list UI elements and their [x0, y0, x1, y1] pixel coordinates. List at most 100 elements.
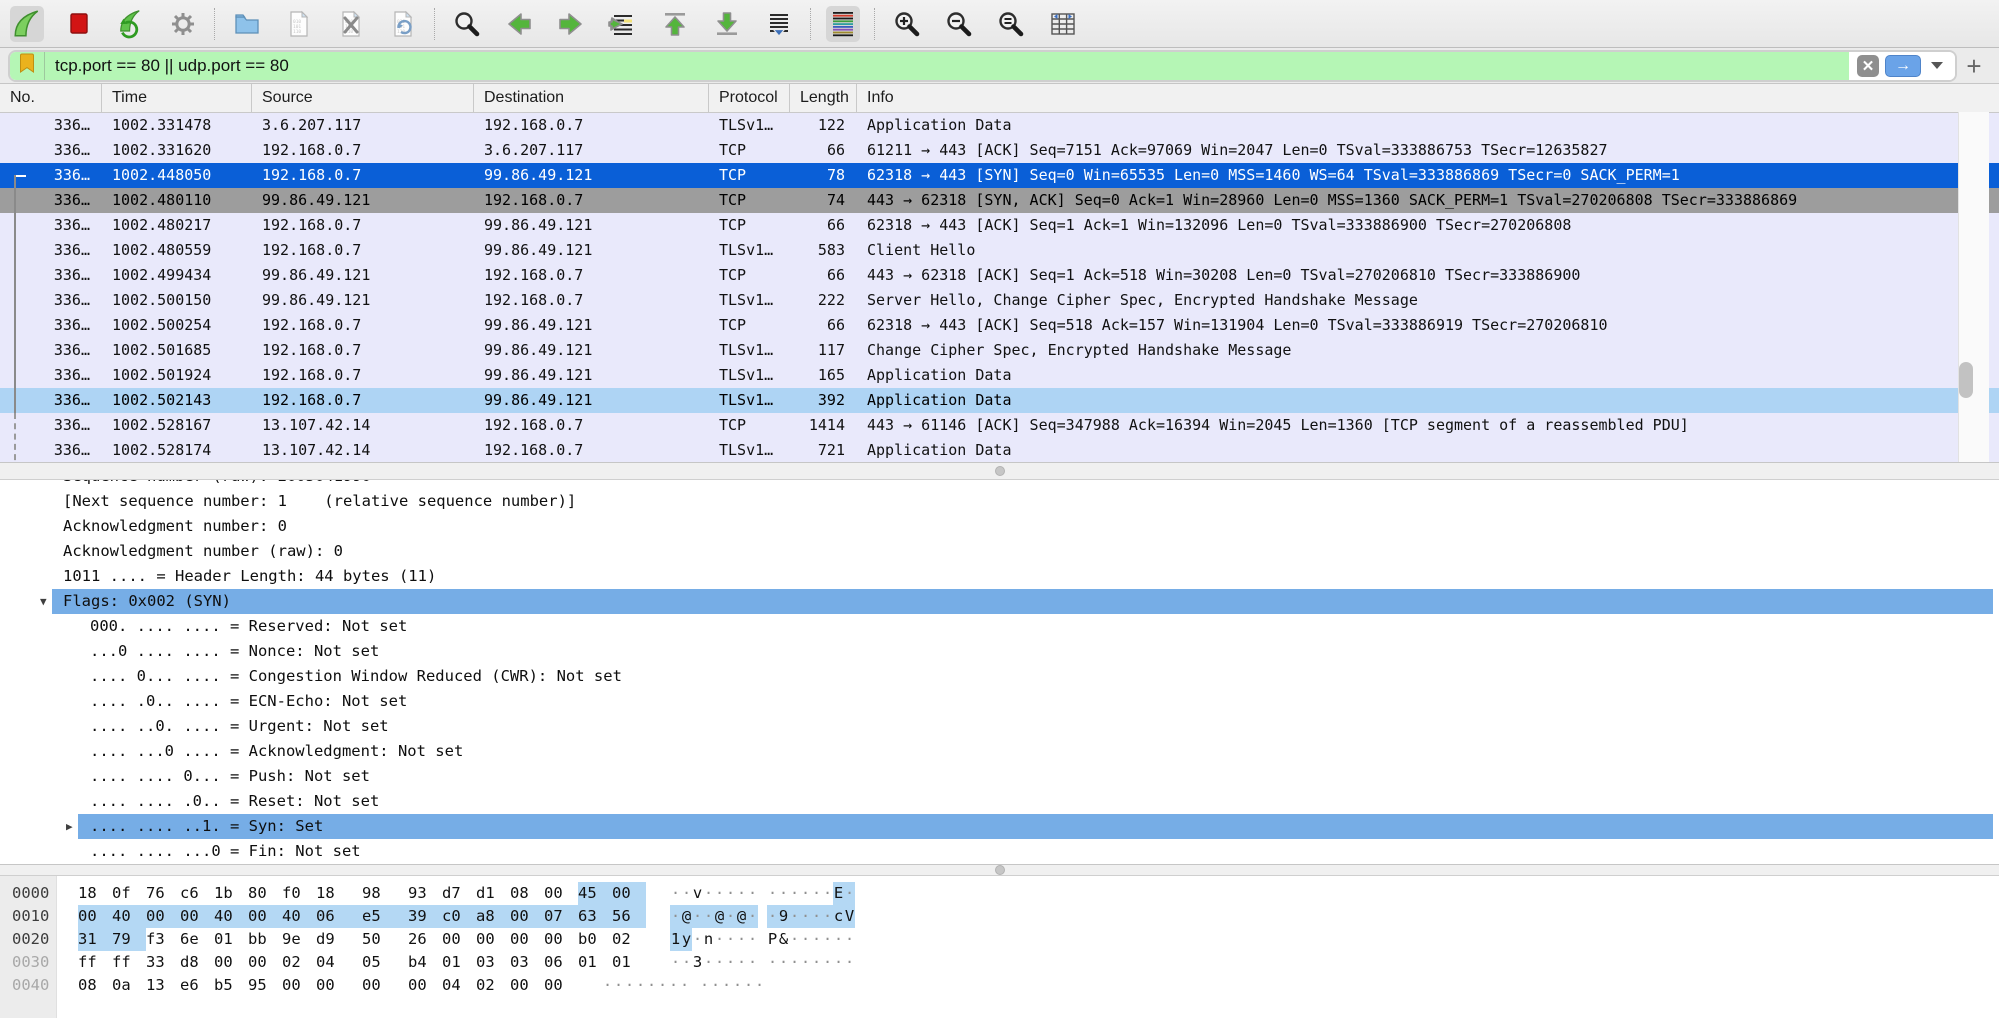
- cell-destination: 3.6.207.117: [474, 138, 709, 163]
- cell-protocol: TCP: [709, 188, 790, 213]
- hex-byte: 0f: [112, 882, 146, 905]
- go-back-button[interactable]: [502, 6, 536, 42]
- zoom-reset-button[interactable]: [994, 6, 1028, 42]
- column-header-source[interactable]: Source: [252, 84, 474, 112]
- detail-line[interactable]: ▼Flags: 0x002 (SYN): [0, 589, 1999, 614]
- cell-time: 1002.480559: [102, 238, 252, 263]
- detail-line[interactable]: .... .... .0.. = Reset: Not set: [0, 789, 1999, 814]
- hex-byte: 26: [408, 928, 442, 951]
- packet-row[interactable]: 336…1002.501685192.168.0.799.86.49.121TL…: [0, 338, 1999, 363]
- stop-capture-button[interactable]: [62, 6, 96, 42]
- packet-list-scrollbar-thumb[interactable]: [1959, 362, 1973, 398]
- detail-line[interactable]: .... .... ...0 = Fin: Not set: [0, 839, 1999, 864]
- hex-byte: 0a: [112, 974, 146, 997]
- go-to-packet-button[interactable]: [606, 6, 640, 42]
- ascii-char: n: [703, 928, 714, 951]
- auto-scroll-button[interactable]: [762, 6, 796, 42]
- detail-line[interactable]: .... ..0. .... = Urgent: Not set: [0, 714, 1999, 739]
- zoom-out-button[interactable]: [942, 6, 976, 42]
- go-forward-button[interactable]: [554, 6, 588, 42]
- go-to-first-button[interactable]: [658, 6, 692, 42]
- hex-byte: 04: [316, 951, 350, 974]
- packet-row[interactable]: 336…1002.448050192.168.0.799.86.49.121TC…: [0, 163, 1999, 188]
- hex-byte: 00: [146, 905, 180, 928]
- reload-file-button[interactable]: 010101110: [386, 6, 420, 42]
- detail-line[interactable]: Acknowledgment number (raw): 0: [0, 539, 1999, 564]
- cell-protocol: TLSv1…: [709, 438, 790, 463]
- find-packet-button[interactable]: [450, 6, 484, 42]
- hex-row[interactable]: 0040080a13e6b5950000000004020000········…: [0, 974, 1999, 997]
- resize-columns-button[interactable]: [1046, 6, 1080, 42]
- packet-row[interactable]: 336…1002.331620192.168.0.73.6.207.117TCP…: [0, 138, 1999, 163]
- packet-row[interactable]: 336…1002.500254192.168.0.799.86.49.121TC…: [0, 313, 1999, 338]
- column-header-info[interactable]: Info: [857, 84, 1999, 112]
- hex-bytes: 080a13e6b5950000000004020000: [78, 974, 578, 997]
- close-file-button[interactable]: 010101110: [334, 6, 368, 42]
- filter-add-button[interactable]: +: [1957, 53, 1991, 79]
- filter-bookmark-button[interactable]: [10, 52, 45, 80]
- packet-row[interactable]: 336…1002.480559192.168.0.799.86.49.121TL…: [0, 238, 1999, 263]
- go-to-last-button[interactable]: [710, 6, 744, 42]
- packet-row[interactable]: 336…1002.480217192.168.0.799.86.49.121TC…: [0, 213, 1999, 238]
- hex-byte: 00: [214, 951, 248, 974]
- display-filter-field[interactable]: tcp.port == 80 || udp.port == 80 ✕ →: [8, 50, 1957, 82]
- detail-line[interactable]: Sequence number (raw): 2005041990: [0, 480, 1999, 489]
- filter-clear-button[interactable]: ✕: [1857, 55, 1879, 77]
- cell-time: 1002.448050: [102, 163, 252, 188]
- hex-row[interactable]: 0000180f76c61b80f0189893d7d108004500··v·…: [0, 882, 1999, 905]
- hex-offset: 0020: [0, 928, 56, 951]
- detail-line[interactable]: [Next sequence number: 1 (relative seque…: [0, 489, 1999, 514]
- detail-line[interactable]: 1011 .... = Header Length: 44 bytes (11): [0, 564, 1999, 589]
- detail-line[interactable]: 000. .... .... = Reserved: Not set: [0, 614, 1999, 639]
- hex-offset: 0030: [0, 951, 56, 974]
- ascii-char: ·: [714, 928, 725, 951]
- capture-options-button[interactable]: [166, 6, 200, 42]
- restart-capture-button[interactable]: [114, 6, 148, 42]
- detail-line[interactable]: .... 0... .... = Congestion Window Reduc…: [0, 664, 1999, 689]
- packet-row[interactable]: 336…1002.52816713.107.42.14192.168.0.7TC…: [0, 413, 1999, 438]
- packet-row[interactable]: 336…1002.501924192.168.0.799.86.49.121TL…: [0, 363, 1999, 388]
- zoom-in-button[interactable]: [890, 6, 924, 42]
- filter-dropdown-chevron-icon[interactable]: [1931, 62, 1943, 69]
- detail-line[interactable]: .... .... 0... = Push: Not set: [0, 764, 1999, 789]
- detail-line[interactable]: .... ...0 .... = Acknowledgment: Not set: [0, 739, 1999, 764]
- column-header-length[interactable]: Length: [790, 84, 857, 112]
- hex-byte: 01: [442, 951, 476, 974]
- column-header-destination[interactable]: Destination: [474, 84, 709, 112]
- cell-destination: 99.86.49.121: [474, 338, 709, 363]
- hex-row[interactable]: 00203179f36e01bb9ed9502600000000b0021y·n…: [0, 928, 1999, 951]
- column-header-protocol[interactable]: Protocol: [709, 84, 790, 112]
- save-file-button[interactable]: 010101110: [282, 6, 316, 42]
- ascii-char: ·: [747, 905, 758, 928]
- cell-destination: 99.86.49.121: [474, 238, 709, 263]
- packet-list-scrollbar-track[interactable]: [1958, 112, 1989, 462]
- open-file-button[interactable]: [230, 6, 264, 42]
- detail-line[interactable]: Acknowledgment number: 0: [0, 514, 1999, 539]
- details-bytes-splitter[interactable]: [0, 864, 1999, 876]
- packet-row[interactable]: 336…1002.3314783.6.207.117192.168.0.7TLS…: [0, 113, 1999, 138]
- packet-row[interactable]: 336…1002.52817413.107.42.14192.168.0.7TL…: [0, 438, 1999, 463]
- packet-row[interactable]: 336…1002.48011099.86.49.121192.168.0.7TC…: [0, 188, 1999, 213]
- filter-input[interactable]: tcp.port == 80 || udp.port == 80: [45, 52, 1849, 80]
- detail-line[interactable]: .... .0.. .... = ECN-Echo: Not set: [0, 689, 1999, 714]
- packet-details-pane[interactable]: Sequence number (raw): 2005041990[Next s…: [0, 480, 1999, 864]
- list-details-splitter[interactable]: [0, 462, 1999, 480]
- hex-row[interactable]: 00100040000040004006e539c0a800076356·@··…: [0, 905, 1999, 928]
- ascii-char: ·: [670, 905, 681, 928]
- ascii-char: ·: [789, 951, 800, 974]
- packet-bytes-pane[interactable]: 0000180f76c61b80f0189893d7d108004500··v·…: [0, 876, 1999, 1018]
- hex-row[interactable]: 0030ffff33d80000020405b4010303060101··3·…: [0, 951, 1999, 974]
- colorize-button[interactable]: [826, 6, 860, 42]
- ascii-char: ·: [844, 882, 855, 905]
- start-capture-button[interactable]: [10, 6, 44, 42]
- column-header-time[interactable]: Time: [102, 84, 252, 112]
- column-header-no[interactable]: No.: [0, 84, 102, 112]
- cell-time: 1002.499434: [102, 263, 252, 288]
- filter-apply-button[interactable]: →: [1885, 55, 1921, 77]
- packet-row[interactable]: 336…1002.49943499.86.49.121192.168.0.7TC…: [0, 263, 1999, 288]
- packet-row[interactable]: 336…1002.50015099.86.49.121192.168.0.7TL…: [0, 288, 1999, 313]
- detail-line[interactable]: ▶.... .... ..1. = Syn: Set: [0, 814, 1999, 839]
- cell-source: 3.6.207.117: [252, 113, 474, 138]
- detail-line[interactable]: ...0 .... .... = Nonce: Not set: [0, 639, 1999, 664]
- packet-row[interactable]: 336…1002.502143192.168.0.799.86.49.121TL…: [0, 388, 1999, 413]
